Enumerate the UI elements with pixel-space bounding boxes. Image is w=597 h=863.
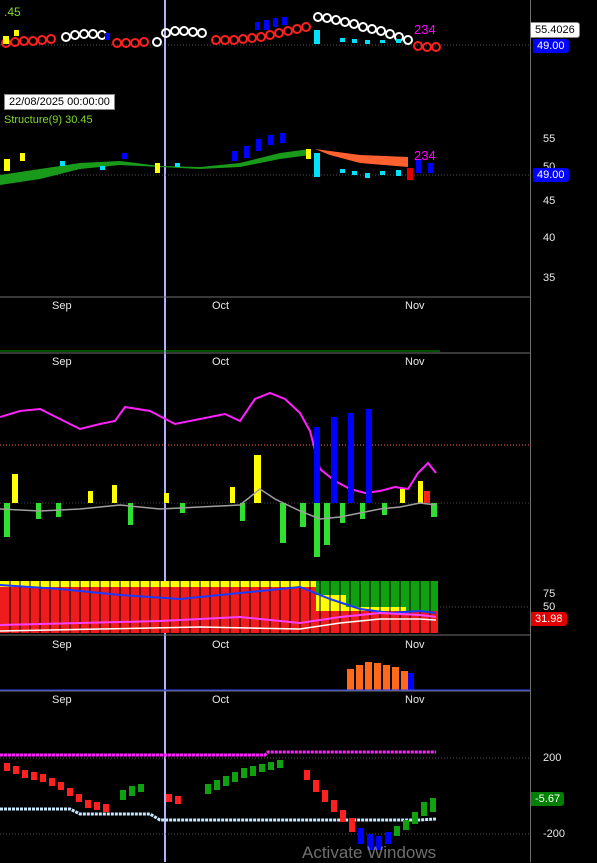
orange-histogram-axis <box>530 653 531 708</box>
momentum-axis <box>530 708 531 862</box>
volume-axis <box>530 313 531 369</box>
momentum-value-tag: -5.67 <box>531 792 565 806</box>
price-axis <box>530 0 531 111</box>
x-tick-oct: Oct <box>212 300 229 312</box>
x-tick-nov: Nov <box>405 694 425 706</box>
y-tick-45: 45 <box>543 195 556 207</box>
y-tick-75: 75 <box>543 588 556 600</box>
orange-histogram-plot: Sep Oct Nov <box>0 653 530 708</box>
percent-pane[interactable]: Sep Oct Nov 75 50 25 31.98 <box>0 573 597 654</box>
structure-pane[interactable]: Sep Oct Nov 234 Structure(9) 30.45 55 50… <box>0 111 597 314</box>
oscillator-pane[interactable] <box>0 369 597 574</box>
x-tick-nov: Nov <box>405 300 425 312</box>
pane1-marker: 234 <box>414 22 436 37</box>
orange-histogram-pane[interactable]: Sep Oct Nov <box>0 653 597 709</box>
y-tick-55: 55 <box>543 133 556 145</box>
y-tick-40: 40 <box>543 232 556 244</box>
pane2-marker: 234 <box>414 148 436 163</box>
percent-value-tag: 31.98 <box>531 612 567 626</box>
x-tick-sep: Sep <box>52 356 72 368</box>
pane1-left-value: .45 <box>4 5 21 19</box>
momentum-pane[interactable]: 200 -200 -5.67 <box>0 708 597 862</box>
oscillator-plot <box>0 369 530 573</box>
price-value-tag: 49.00 <box>533 39 569 53</box>
y-tick-35: 35 <box>543 272 556 284</box>
x-tick-oct: Oct <box>212 639 229 651</box>
x-tick-nov: Nov <box>405 639 425 651</box>
x-tick-oct: Oct <box>212 356 229 368</box>
crosshair-date-box: 22/08/2025 00:00:00 <box>4 94 115 110</box>
percent-plot: Sep Oct Nov <box>0 573 530 653</box>
x-tick-sep: Sep <box>52 694 72 706</box>
activate-windows-watermark: Activate Windows <box>302 843 437 862</box>
y-tick-minus-200: -200 <box>543 828 566 840</box>
price-tag: 55.4026 <box>530 22 580 38</box>
volume-pane[interactable]: Sep Oct Nov <box>0 313 597 370</box>
x-tick-sep: Sep <box>52 300 72 312</box>
structure-indicator-label: Structure(9) 30.45 <box>4 114 93 126</box>
x-tick-oct: Oct <box>212 694 229 706</box>
structure-axis <box>530 111 531 313</box>
momentum-plot <box>0 708 530 862</box>
y-tick-200: 200 <box>543 752 562 764</box>
x-tick-nov: Nov <box>405 356 425 368</box>
x-tick-sep: Sep <box>52 639 72 651</box>
volume-plot: Sep Oct Nov <box>0 313 530 369</box>
structure-plot: Sep Oct Nov 234 <box>0 111 530 313</box>
structure-value-tag: 49.00 <box>533 168 569 182</box>
oscillator-axis <box>530 369 531 573</box>
red-dots <box>1 22 441 52</box>
